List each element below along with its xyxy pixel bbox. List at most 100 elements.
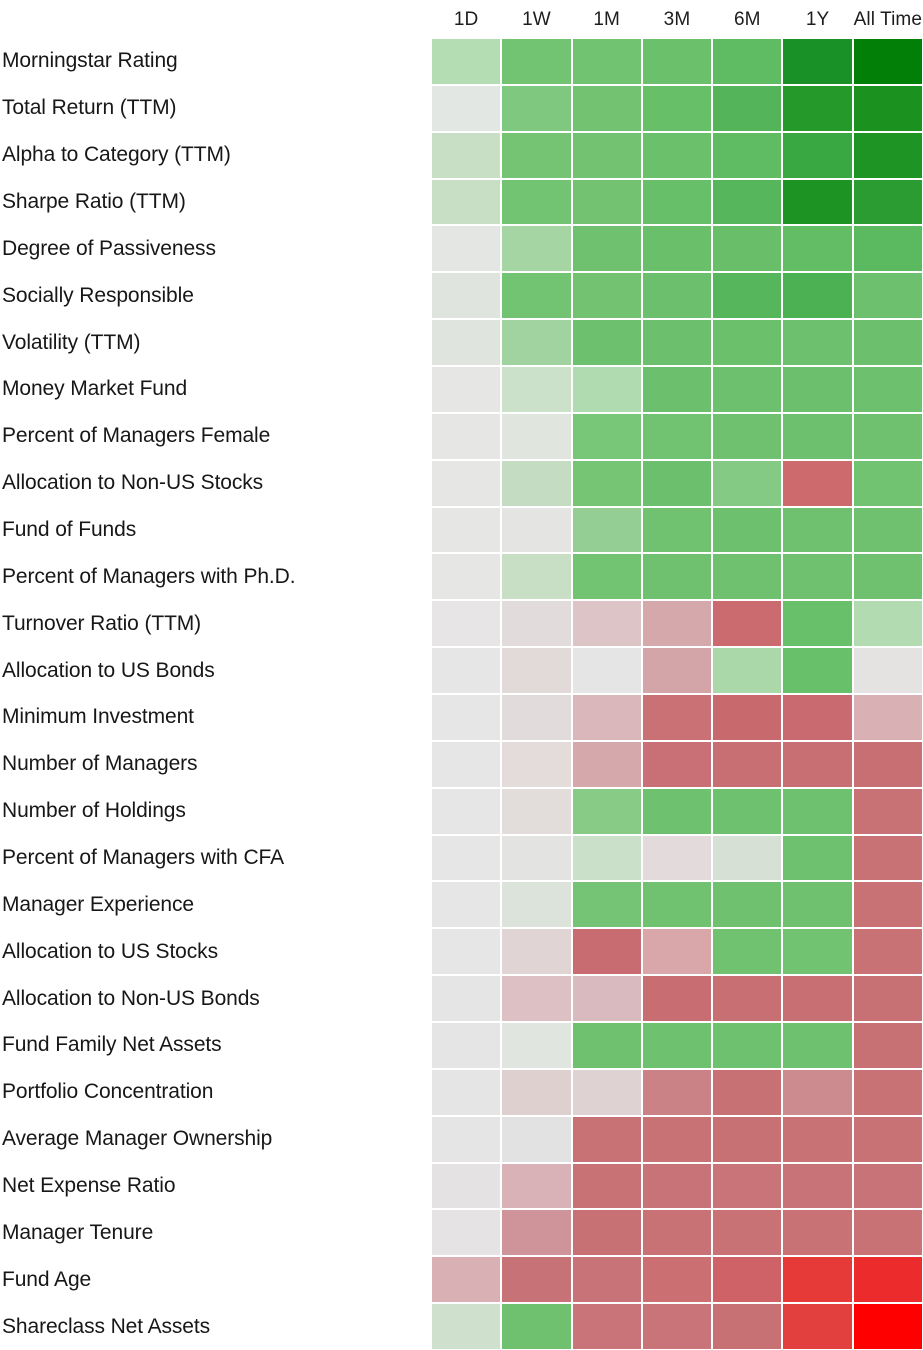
heatmap-cell[interactable]: [502, 85, 571, 131]
heatmap-cell[interactable]: [502, 1210, 571, 1256]
heatmap-cell[interactable]: [432, 413, 501, 459]
heatmap-cell[interactable]: [502, 601, 571, 647]
heatmap-cell[interactable]: [432, 648, 501, 694]
heatmap-cell[interactable]: [713, 132, 782, 178]
heatmap-cell[interactable]: [783, 1023, 852, 1068]
heatmap-cell[interactable]: [853, 226, 922, 272]
heatmap-cell[interactable]: [502, 741, 571, 787]
heatmap-cell[interactable]: [783, 882, 852, 928]
heatmap-cell[interactable]: [642, 1069, 712, 1115]
heatmap-cell[interactable]: [432, 1116, 501, 1162]
heatmap-cell[interactable]: [572, 741, 641, 787]
heatmap-cell[interactable]: [432, 601, 501, 647]
heatmap-cell[interactable]: [642, 648, 712, 694]
heatmap-cell[interactable]: [853, 882, 922, 928]
heatmap-cell[interactable]: [572, 320, 641, 366]
heatmap-cell[interactable]: [713, 1304, 782, 1350]
heatmap-cell[interactable]: [502, 273, 571, 319]
heatmap-cell[interactable]: [713, 507, 782, 553]
heatmap-cell[interactable]: [432, 1069, 501, 1115]
heatmap-cell[interactable]: [642, 741, 712, 787]
heatmap-cell[interactable]: [502, 648, 571, 694]
heatmap-cell[interactable]: [642, 179, 712, 225]
heatmap-cell[interactable]: [642, 320, 712, 366]
heatmap-cell[interactable]: [572, 179, 641, 225]
heatmap-cell[interactable]: [783, 1210, 852, 1256]
heatmap-cell[interactable]: [713, 648, 782, 694]
heatmap-cell[interactable]: [642, 835, 712, 881]
column-header-1w[interactable]: 1W: [501, 10, 571, 29]
heatmap-cell[interactable]: [572, 929, 641, 975]
heatmap-cell[interactable]: [783, 788, 852, 834]
heatmap-cell[interactable]: [572, 695, 641, 740]
heatmap-cell[interactable]: [642, 460, 712, 506]
heatmap-cell[interactable]: [642, 39, 712, 84]
heatmap-cell[interactable]: [572, 648, 641, 694]
heatmap-cell[interactable]: [502, 460, 571, 506]
heatmap-cell[interactable]: [783, 367, 852, 412]
heatmap-cell[interactable]: [783, 320, 852, 366]
column-header-6m[interactable]: 6M: [712, 10, 782, 29]
heatmap-cell[interactable]: [783, 1163, 852, 1209]
heatmap-cell[interactable]: [713, 413, 782, 459]
heatmap-cell[interactable]: [783, 1116, 852, 1162]
heatmap-cell[interactable]: [572, 226, 641, 272]
heatmap-cell[interactable]: [713, 741, 782, 787]
heatmap-cell[interactable]: [713, 1069, 782, 1115]
heatmap-cell[interactable]: [853, 179, 922, 225]
heatmap-cell[interactable]: [713, 226, 782, 272]
heatmap-cell[interactable]: [853, 788, 922, 834]
heatmap-cell[interactable]: [432, 1163, 501, 1209]
heatmap-cell[interactable]: [713, 460, 782, 506]
heatmap-cell[interactable]: [713, 554, 782, 600]
column-header-1y[interactable]: 1Y: [782, 10, 852, 29]
heatmap-cell[interactable]: [572, 1116, 641, 1162]
heatmap-cell[interactable]: [502, 929, 571, 975]
heatmap-cell[interactable]: [432, 835, 501, 881]
heatmap-cell[interactable]: [783, 976, 852, 1022]
heatmap-cell[interactable]: [642, 976, 712, 1022]
heatmap-cell[interactable]: [853, 1210, 922, 1256]
heatmap-cell[interactable]: [642, 788, 712, 834]
heatmap-cell[interactable]: [853, 554, 922, 600]
heatmap-cell[interactable]: [502, 976, 571, 1022]
heatmap-cell[interactable]: [502, 179, 571, 225]
heatmap-cell[interactable]: [642, 413, 712, 459]
heatmap-cell[interactable]: [572, 788, 641, 834]
heatmap-cell[interactable]: [572, 1210, 641, 1256]
heatmap-cell[interactable]: [502, 1257, 571, 1303]
heatmap-cell[interactable]: [642, 1163, 712, 1209]
heatmap-cell[interactable]: [502, 1069, 571, 1115]
heatmap-cell[interactable]: [432, 460, 501, 506]
heatmap-cell[interactable]: [502, 132, 571, 178]
heatmap-cell[interactable]: [502, 1304, 571, 1350]
heatmap-cell[interactable]: [783, 460, 852, 506]
heatmap-cell[interactable]: [853, 1257, 922, 1303]
heatmap-cell[interactable]: [783, 179, 852, 225]
column-header-1m[interactable]: 1M: [572, 10, 642, 29]
heatmap-cell[interactable]: [642, 132, 712, 178]
heatmap-cell[interactable]: [572, 1257, 641, 1303]
heatmap-cell[interactable]: [713, 179, 782, 225]
heatmap-cell[interactable]: [502, 320, 571, 366]
heatmap-cell[interactable]: [783, 507, 852, 553]
heatmap-cell[interactable]: [783, 601, 852, 647]
heatmap-cell[interactable]: [572, 413, 641, 459]
heatmap-cell[interactable]: [853, 695, 922, 740]
heatmap-cell[interactable]: [713, 835, 782, 881]
heatmap-cell[interactable]: [432, 132, 501, 178]
heatmap-cell[interactable]: [642, 507, 712, 553]
heatmap-cell[interactable]: [713, 929, 782, 975]
heatmap-cell[interactable]: [713, 788, 782, 834]
heatmap-cell[interactable]: [783, 1304, 852, 1350]
heatmap-cell[interactable]: [642, 695, 712, 740]
heatmap-cell[interactable]: [642, 85, 712, 131]
heatmap-cell[interactable]: [783, 554, 852, 600]
heatmap-cell[interactable]: [713, 85, 782, 131]
heatmap-cell[interactable]: [432, 554, 501, 600]
heatmap-cell[interactable]: [783, 132, 852, 178]
heatmap-cell[interactable]: [713, 1257, 782, 1303]
heatmap-cell[interactable]: [432, 882, 501, 928]
column-header-3m[interactable]: 3M: [642, 10, 712, 29]
heatmap-cell[interactable]: [853, 1023, 922, 1068]
